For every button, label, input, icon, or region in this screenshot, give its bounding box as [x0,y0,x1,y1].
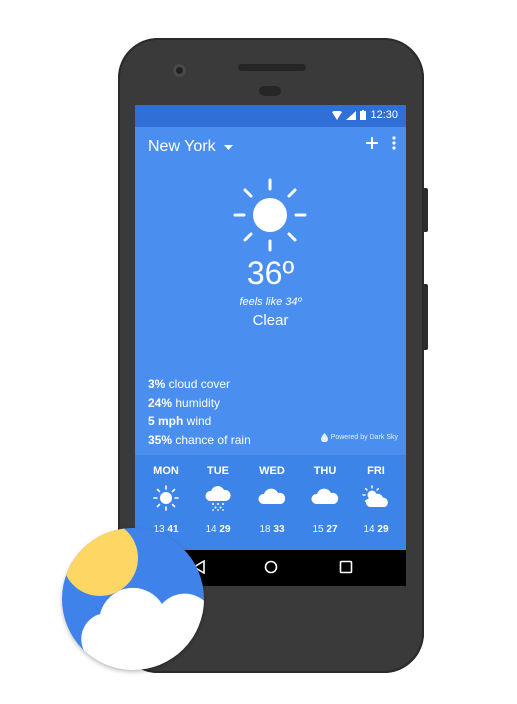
detail-rain: 35% chance of rain [148,432,251,447]
wifi-icon [332,110,343,120]
detail-cloud-cover: 3% cloud cover [148,377,231,391]
volume-rocker [424,284,428,350]
city-selector[interactable]: New York [148,138,233,156]
feels-like: feels like 34º [239,296,302,308]
city-name: New York [148,138,216,155]
signal-icon [346,110,357,120]
logo-sun-cloud-icon [62,528,204,670]
forecast-day[interactable]: WED 18 33 [245,455,299,535]
weather-summary: Clear [252,312,289,329]
current-temperature: 36º [246,255,295,291]
detail-humidity: 24% humidity [148,395,221,410]
earpiece-speaker [238,64,306,71]
proximity-sensor [259,86,281,96]
plus-icon[interactable] [366,137,378,149]
app-logo [62,528,204,670]
darksky-drop-icon [320,433,328,442]
forecast-strip: MON 13 41 TUE 14 29 WED 18 33 THU 15 27 … [135,455,406,550]
battery-icon [360,110,367,120]
app-toolbar: New York [135,127,406,167]
forecast-day[interactable]: MON 13 41 [139,455,193,535]
sun-icon [233,178,307,252]
snow-cloud-icon [205,486,231,511]
recents-icon[interactable] [339,560,353,574]
home-icon[interactable] [264,560,278,574]
status-bar: 12:30 [135,105,406,127]
front-camera [173,64,186,77]
cloud-icon [258,488,286,504]
power-button [424,188,428,232]
detail-wind: 5 mph wind [148,414,212,428]
caret-down-icon [223,144,233,150]
forecast-day[interactable]: TUE 14 29 [191,455,245,535]
forecast-day[interactable]: FRI 14 29 [349,455,403,535]
partly-cloudy-icon [362,485,388,507]
app-screen: 12:30 New York 36º feels like 34º Clear … [135,105,406,586]
status-time: 12:30 [370,109,398,121]
more-vert-icon[interactable] [392,136,396,150]
cloud-icon [311,488,339,504]
sun-icon [153,485,179,511]
forecast-day[interactable]: THU 15 27 [298,455,352,535]
attribution[interactable]: Powered by Dark Sky [320,433,398,442]
weather-details: 3% cloud cover 24% humidity 5 mph wind 3… [148,375,251,449]
